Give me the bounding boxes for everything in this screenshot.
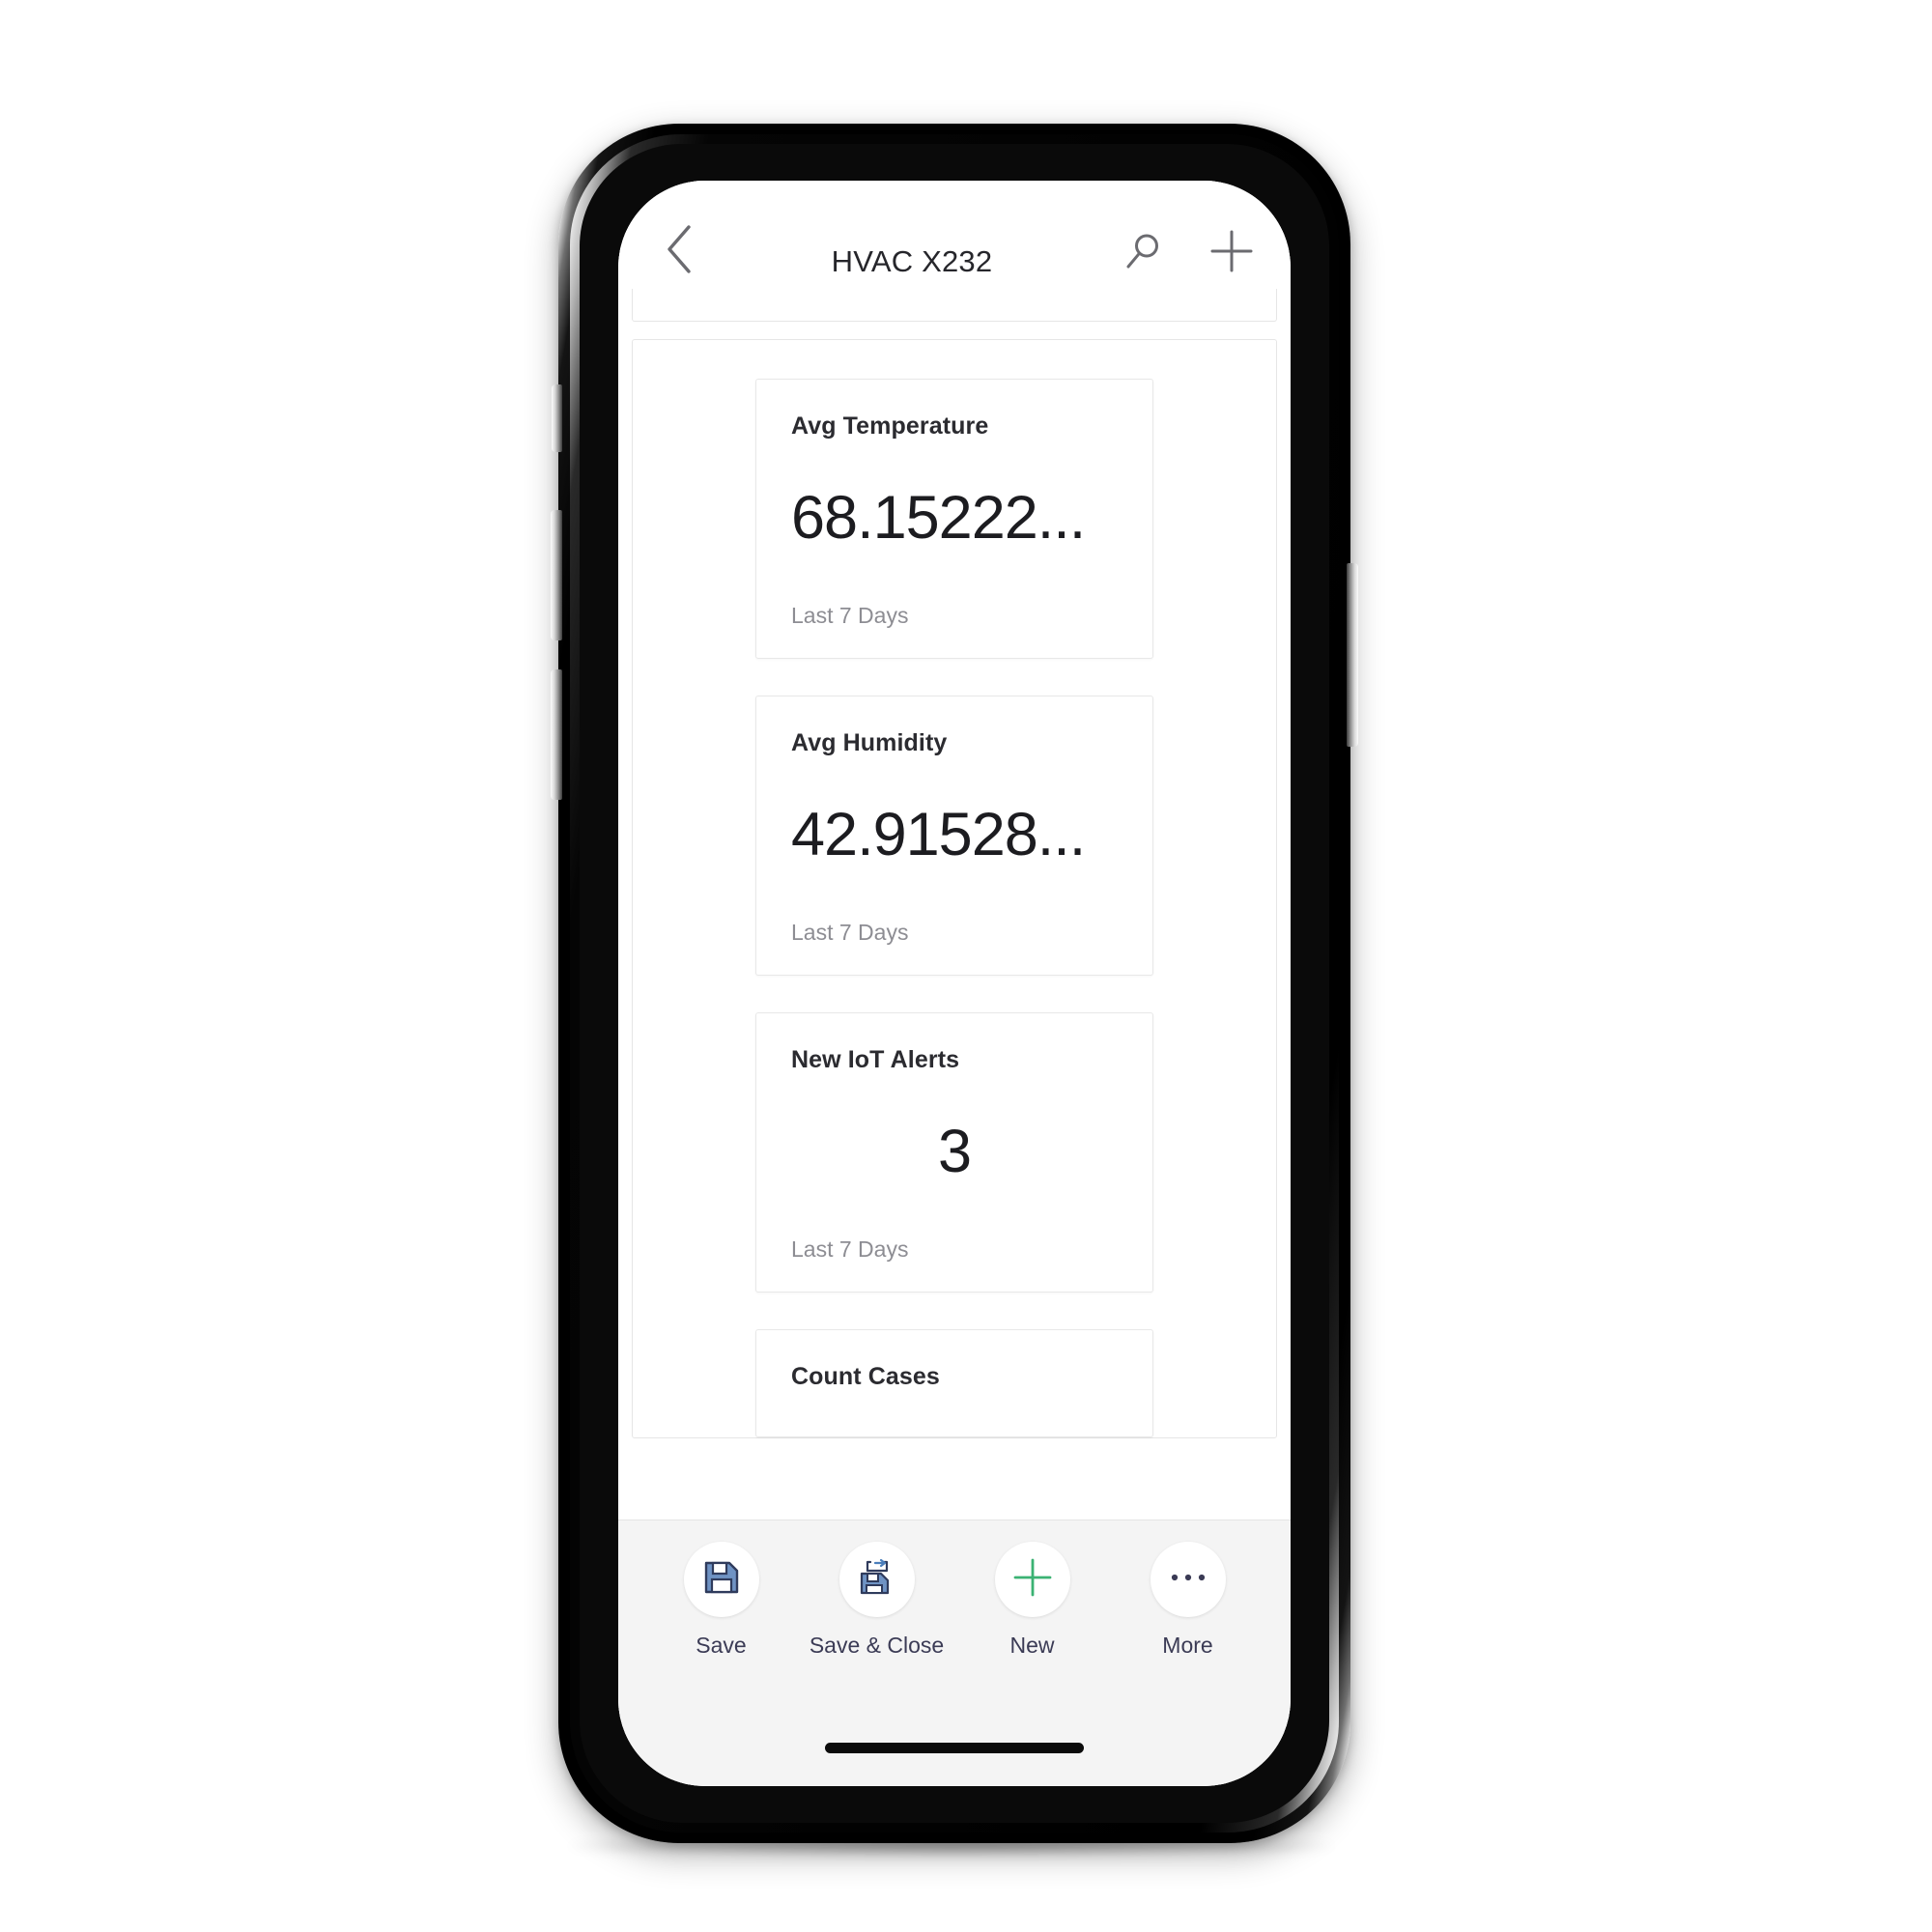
phone-bezel: HVAC X232 Avg Temperature 68.15222... La… (580, 144, 1329, 1823)
command-label: Save & Close (809, 1633, 945, 1658)
navigation-bar: HVAC X232 (618, 181, 1291, 289)
form-scroll-area[interactable]: Avg Temperature 68.15222... Last 7 Days … (618, 289, 1291, 1520)
save-and-close-button-circle (838, 1542, 915, 1617)
volume-up-button[interactable] (551, 510, 562, 640)
plus-icon (1010, 1555, 1055, 1605)
card-value: 68.15222... (791, 484, 1086, 552)
chevron-left-icon (663, 223, 696, 280)
back-button[interactable] (649, 221, 709, 281)
card-title: Avg Humidity (791, 729, 948, 756)
search-icon (1121, 229, 1165, 278)
new-button-circle (994, 1542, 1070, 1617)
insights-panel: Avg Temperature 68.15222... Last 7 Days … (632, 339, 1277, 1438)
card-footer: Last 7 Days (791, 1236, 909, 1262)
more-button-circle (1150, 1542, 1226, 1617)
save-and-close-icon (858, 1558, 896, 1602)
volume-down-button[interactable] (551, 669, 562, 800)
command-label: More (1162, 1633, 1213, 1658)
card-value: 3 (937, 1118, 972, 1185)
command-bar: Save Save & Close New More (618, 1520, 1291, 1709)
phone-screen: HVAC X232 Avg Temperature 68.15222... La… (618, 181, 1291, 1786)
add-record-button[interactable] (1204, 225, 1260, 281)
card-footer: Last 7 Days (791, 603, 909, 628)
save-floppy-icon (702, 1558, 741, 1602)
ellipsis-icon (1169, 1571, 1208, 1589)
kpi-card-avg-temperature[interactable]: Avg Temperature 68.15222... Last 7 Days (755, 379, 1153, 659)
more-button[interactable]: More (1116, 1542, 1261, 1659)
page-title: HVAC X232 (831, 244, 993, 278)
save-button-circle (683, 1542, 759, 1617)
command-label: New (1009, 1633, 1055, 1658)
save-and-close-button[interactable]: Save & Close (805, 1542, 950, 1659)
power-button[interactable] (1347, 563, 1358, 747)
card-title: New IoT Alerts (791, 1046, 960, 1073)
card-footer: Last 7 Days (791, 920, 909, 945)
card-value: 42.91528... (791, 801, 1086, 868)
command-label: Save (696, 1633, 747, 1658)
card-title: Count Cases (791, 1363, 940, 1390)
scrolled-section-above (632, 289, 1277, 322)
search-button[interactable] (1115, 225, 1171, 281)
kpi-card-new-iot-alerts[interactable]: New IoT Alerts 3 Last 7 Days (755, 1012, 1153, 1293)
home-indicator-area (618, 1709, 1291, 1786)
kpi-card-avg-humidity[interactable]: Avg Humidity 42.91528... Last 7 Days (755, 696, 1153, 976)
app-container: HVAC X232 Avg Temperature 68.15222... La… (618, 181, 1291, 1786)
new-button[interactable]: New (960, 1542, 1105, 1659)
plus-icon (1208, 227, 1256, 280)
card-title: Avg Temperature (791, 412, 989, 440)
kpi-card-count-cases[interactable]: Count Cases (755, 1329, 1153, 1437)
navbar-actions (1115, 225, 1260, 281)
save-button[interactable]: Save (649, 1542, 794, 1659)
home-indicator-bar[interactable] (825, 1742, 1084, 1753)
screenshot-root: HVAC X232 Avg Temperature 68.15222... La… (0, 0, 1932, 1932)
phone-device-frame: HVAC X232 Avg Temperature 68.15222... La… (551, 124, 1358, 1843)
mute-switch-button[interactable] (552, 384, 562, 452)
